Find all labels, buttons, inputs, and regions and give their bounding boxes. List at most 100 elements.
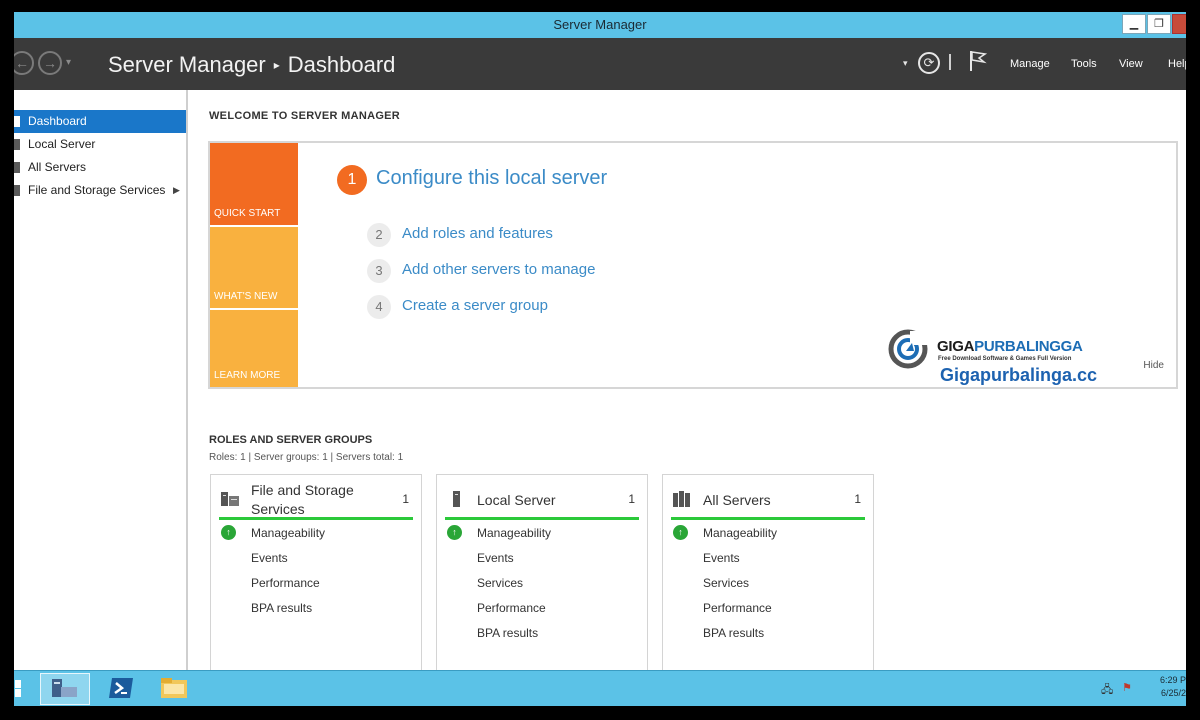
card-count: 1 xyxy=(628,492,635,506)
step-1-link[interactable]: Configure this local server xyxy=(376,167,607,190)
card-row-manageability[interactable]: Manageability xyxy=(251,526,325,540)
step-4-link[interactable]: Create a server group xyxy=(402,297,548,314)
clock-date: 6/25/2 xyxy=(1160,688,1186,698)
app-header: ← → ▾ Server Manager ▸ Dashboard ▾ ⟳ Manag… xyxy=(14,38,1186,90)
menu-manage[interactable]: Manage xyxy=(1010,58,1050,70)
action-center-icon[interactable]: ⚑ xyxy=(1122,681,1132,694)
taskbar-powershell[interactable] xyxy=(98,673,144,705)
watermark-brand-a: GIGA xyxy=(937,338,975,355)
card-row-performance[interactable]: Performance xyxy=(477,601,546,615)
sidebar-item-all-servers[interactable]: All Servers xyxy=(14,156,186,179)
sidebar-item-label: Dashboard xyxy=(28,114,87,128)
manageability-ok-icon: ↑ xyxy=(221,525,236,540)
taskbar-file-explorer[interactable] xyxy=(152,673,198,705)
network-icon[interactable]: 🖧 xyxy=(1101,681,1113,700)
servers-icon xyxy=(673,491,691,507)
card-row-performance[interactable]: Performance xyxy=(251,576,320,590)
card-row-events[interactable]: Events xyxy=(251,551,288,565)
watermark-url: Gigapurbalinga.cc xyxy=(940,365,1098,385)
manageability-ok-icon: ↑ xyxy=(447,525,462,540)
card-row-events[interactable]: Events xyxy=(477,551,514,565)
chevron-right-icon: ▶ xyxy=(173,185,180,195)
tile-whats-new[interactable]: WHAT'S NEW xyxy=(210,227,298,308)
status-bar xyxy=(445,517,639,520)
tile-learn-more[interactable]: LEARN MORE xyxy=(210,310,298,387)
card-row-manageability[interactable]: Manageability xyxy=(477,526,551,540)
sidebar-item-local-server[interactable]: Local Server xyxy=(14,133,186,156)
card-title: Local Server xyxy=(477,492,556,508)
server-manager-icon xyxy=(52,679,77,697)
refresh-icon[interactable]: ⟳ xyxy=(918,52,940,74)
title-bar: Server Manager ▁ ❐ ✕ xyxy=(14,12,1186,38)
card-count: 1 xyxy=(402,492,409,506)
history-dropdown-icon[interactable]: ▾ xyxy=(66,57,71,68)
breadcrumb-separator-icon: ▸ xyxy=(273,58,280,72)
back-button[interactable]: ← xyxy=(14,51,34,75)
taskbar: 🖧 ⚑ 6:29 P 6/25/2 xyxy=(14,670,1186,706)
start-button[interactable] xyxy=(14,673,28,705)
menu-tools[interactable]: Tools xyxy=(1071,58,1097,70)
card-header[interactable]: Local Server 1 xyxy=(437,475,647,521)
notifications-flag-icon[interactable] xyxy=(969,50,988,77)
card-row-services[interactable]: Services xyxy=(703,576,749,590)
card-row-events[interactable]: Events xyxy=(703,551,740,565)
tile-quick-start[interactable]: QUICK START xyxy=(210,143,298,225)
minimize-button[interactable]: ▁ xyxy=(1122,14,1146,34)
menu-help[interactable]: Help xyxy=(1168,58,1186,70)
sidebar-item-label: File and Storage Services xyxy=(28,183,166,197)
menu-view[interactable]: View xyxy=(1119,58,1143,70)
taskbar-clock[interactable]: 6:29 P 6/25/2 xyxy=(1160,674,1186,700)
sidebar-item-dashboard[interactable]: Dashboard xyxy=(14,110,186,133)
server-manager-window: Server Manager ▁ ❐ ✕ ← → ▾ Server Manage… xyxy=(14,12,1186,706)
minimize-icon: ▁ xyxy=(1129,18,1139,30)
card-row-bpa[interactable]: BPA results xyxy=(703,626,764,640)
server-icon xyxy=(14,139,20,150)
tile-label: WHAT'S NEW xyxy=(214,291,278,302)
restore-button[interactable]: ❐ xyxy=(1147,14,1171,34)
sidebar-item-label: Local Server xyxy=(28,137,96,151)
bezel xyxy=(930,706,1200,720)
step-2-link[interactable]: Add roles and features xyxy=(402,225,553,242)
forward-button[interactable]: → xyxy=(38,51,62,75)
card-row-bpa[interactable]: BPA results xyxy=(477,626,538,640)
servers-icon xyxy=(14,162,20,173)
close-button[interactable]: ✕ xyxy=(1172,14,1186,34)
manageability-ok-icon: ↑ xyxy=(673,525,688,540)
status-bar xyxy=(219,517,413,520)
step-3-link[interactable]: Add other servers to manage xyxy=(402,261,595,278)
breadcrumb-app[interactable]: Server Manager xyxy=(108,52,266,77)
dashboard-content: WELCOME TO SERVER MANAGER QUICK START WH… xyxy=(188,90,1186,684)
card-count: 1 xyxy=(854,492,861,506)
clock-time: 6:29 P xyxy=(1159,675,1186,685)
storage-icon xyxy=(221,491,239,507)
card-row-manageability[interactable]: Manageability xyxy=(703,526,777,540)
card-row-performance[interactable]: Performance xyxy=(703,601,772,615)
powershell-icon xyxy=(109,678,133,698)
card-row-services[interactable]: Services xyxy=(477,576,523,590)
bezel xyxy=(0,706,250,720)
hide-link[interactable]: Hide xyxy=(1143,360,1164,371)
watermark-logo-icon xyxy=(888,329,928,369)
bezel xyxy=(1186,0,1200,720)
taskbar-server-manager[interactable] xyxy=(40,673,90,705)
sidebar-item-label: All Servers xyxy=(28,160,87,174)
bezel xyxy=(0,0,360,12)
card-row-bpa[interactable]: BPA results xyxy=(251,601,312,615)
dashboard-icon xyxy=(14,116,20,127)
role-card-all-servers: All Servers 1 ↑ Manageability Events Ser… xyxy=(662,474,874,684)
card-header[interactable]: File and Storage Services 1 xyxy=(211,475,421,521)
sidebar: Dashboard Local Server All Servers File … xyxy=(14,90,188,670)
windows-logo-icon xyxy=(15,680,21,697)
refresh-dropdown-icon[interactable]: ▾ xyxy=(903,58,908,69)
card-title: All Servers xyxy=(703,492,771,508)
welcome-heading: WELCOME TO SERVER MANAGER xyxy=(209,110,401,122)
breadcrumb: Server Manager ▸ Dashboard xyxy=(108,52,395,78)
sidebar-item-file-storage[interactable]: File and Storage Services ▶ xyxy=(14,179,186,202)
folder-icon xyxy=(161,678,187,698)
tile-label: QUICK START xyxy=(214,208,281,219)
card-header[interactable]: All Servers 1 xyxy=(663,475,873,521)
bezel xyxy=(0,0,14,720)
window-title: Server Manager xyxy=(553,17,647,32)
bezel xyxy=(980,0,1200,12)
watermark-tagline: Free Download Software & Games Full Vers… xyxy=(938,356,1072,362)
